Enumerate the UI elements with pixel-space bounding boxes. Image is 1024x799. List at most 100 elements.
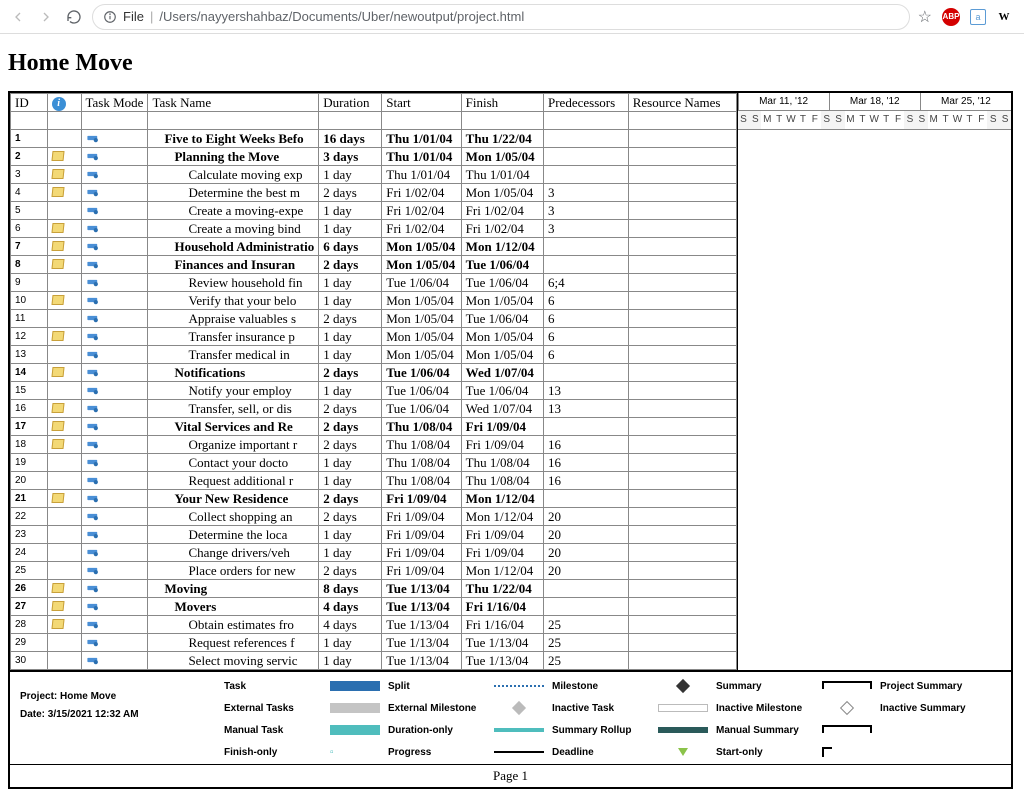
cell-task-mode[interactable]	[81, 310, 148, 328]
col-task-mode[interactable]: Task Mode	[81, 94, 148, 112]
cell-info[interactable]	[47, 580, 81, 598]
cell-info[interactable]	[47, 130, 81, 148]
cell-task-name[interactable]: Your New Residence	[148, 490, 319, 508]
cell-task-name[interactable]: Request additional r	[148, 472, 319, 490]
cell-start[interactable]: Thu 1/08/04	[382, 472, 461, 490]
cell-start[interactable]: Mon 1/05/04	[382, 238, 461, 256]
cell-predecessors[interactable]: 6	[544, 292, 629, 310]
cell-start[interactable]: Thu 1/08/04	[382, 436, 461, 454]
cell-finish[interactable]: Wed 1/07/04	[461, 364, 543, 382]
cell-finish[interactable]: Mon 1/12/04	[461, 562, 543, 580]
cell-resource[interactable]	[628, 454, 736, 472]
table-row[interactable]: 24Change drivers/veh1 dayFri 1/09/04Fri …	[11, 544, 737, 562]
cell-predecessors[interactable]: 13	[544, 382, 629, 400]
cell-finish[interactable]: Fri 1/09/04	[461, 436, 543, 454]
cell-resource[interactable]	[628, 580, 736, 598]
cell-info[interactable]	[47, 634, 81, 652]
cell-info[interactable]	[47, 184, 81, 202]
cell-start[interactable]: Thu 1/01/04	[382, 130, 461, 148]
cell-id[interactable]: 19	[11, 454, 48, 472]
cell-duration[interactable]: 1 day	[319, 220, 382, 238]
cell-id[interactable]: 6	[11, 220, 48, 238]
cell-start[interactable]: Fri 1/02/04	[382, 202, 461, 220]
cell-duration[interactable]: 2 days	[319, 490, 382, 508]
cell-task-mode[interactable]	[81, 634, 148, 652]
cell-task-mode[interactable]	[81, 256, 148, 274]
cell-info[interactable]	[47, 364, 81, 382]
cell-resource[interactable]	[628, 310, 736, 328]
cell-id[interactable]: 28	[11, 616, 48, 634]
cell-predecessors[interactable]	[544, 490, 629, 508]
cell-finish[interactable]: Mon 1/12/04	[461, 490, 543, 508]
cell-predecessors[interactable]: 3	[544, 184, 629, 202]
cell-task-name[interactable]: Place orders for new	[148, 562, 319, 580]
cell-duration[interactable]: 2 days	[319, 184, 382, 202]
cell-task-name[interactable]: Change drivers/veh	[148, 544, 319, 562]
col-resource-names[interactable]: Resource Names	[628, 94, 736, 112]
cell-start[interactable]: Mon 1/05/04	[382, 328, 461, 346]
col-info[interactable]: i	[47, 94, 81, 112]
cell-predecessors[interactable]: 20	[544, 562, 629, 580]
cell-task-mode[interactable]	[81, 400, 148, 418]
cell-resource[interactable]	[628, 184, 736, 202]
cell-predecessors[interactable]: 20	[544, 526, 629, 544]
cell-start[interactable]: Fri 1/09/04	[382, 544, 461, 562]
cell-start[interactable]: Tue 1/06/04	[382, 364, 461, 382]
cell-resource[interactable]	[628, 652, 736, 670]
cell-id[interactable]: 17	[11, 418, 48, 436]
cell-finish[interactable]: Fri 1/09/04	[461, 526, 543, 544]
cell-finish[interactable]: Tue 1/13/04	[461, 652, 543, 670]
cell-id[interactable]: 4	[11, 184, 48, 202]
cell-predecessors[interactable]: 25	[544, 616, 629, 634]
table-row[interactable]: 22Collect shopping an2 daysFri 1/09/04Mo…	[11, 508, 737, 526]
cell-finish[interactable]: Mon 1/05/04	[461, 328, 543, 346]
cell-resource[interactable]	[628, 130, 736, 148]
cell-info[interactable]	[47, 346, 81, 364]
table-row[interactable]: 4Determine the best m2 daysFri 1/02/04Mo…	[11, 184, 737, 202]
cell-resource[interactable]	[628, 418, 736, 436]
cell-resource[interactable]	[628, 436, 736, 454]
cell-id[interactable]: 16	[11, 400, 48, 418]
cell-predecessors[interactable]	[544, 148, 629, 166]
cell-finish[interactable]: Wed 1/07/04	[461, 400, 543, 418]
cell-task-name[interactable]: Create a moving bind	[148, 220, 319, 238]
cell-predecessors[interactable]	[544, 166, 629, 184]
table-row[interactable]: 1Five to Eight Weeks Befo16 daysThu 1/01…	[11, 130, 737, 148]
cell-start[interactable]: Fri 1/09/04	[382, 526, 461, 544]
cell-task-name[interactable]: Transfer insurance p	[148, 328, 319, 346]
abp-extension-icon[interactable]: ABP	[942, 8, 960, 26]
cell-task-name[interactable]: Finances and Insuran	[148, 256, 319, 274]
cell-info[interactable]	[47, 148, 81, 166]
cell-info[interactable]	[47, 274, 81, 292]
cell-id[interactable]: 7	[11, 238, 48, 256]
table-row[interactable]: 21Your New Residence2 daysFri 1/09/04Mon…	[11, 490, 737, 508]
table-row[interactable]: 9Review household fin1 dayTue 1/06/04Tue…	[11, 274, 737, 292]
cell-predecessors[interactable]	[544, 364, 629, 382]
cell-predecessors[interactable]: 6	[544, 328, 629, 346]
cell-task-name[interactable]: Select moving servic	[148, 652, 319, 670]
table-row[interactable]: 13Transfer medical in1 dayMon 1/05/04Mon…	[11, 346, 737, 364]
cell-task-name[interactable]: Determine the loca	[148, 526, 319, 544]
cell-duration[interactable]: 1 day	[319, 346, 382, 364]
cell-task-name[interactable]: Five to Eight Weeks Befo	[148, 130, 319, 148]
cell-resource[interactable]	[628, 382, 736, 400]
cell-info[interactable]	[47, 382, 81, 400]
cell-resource[interactable]	[628, 616, 736, 634]
cell-task-name[interactable]: Obtain estimates fro	[148, 616, 319, 634]
cell-task-mode[interactable]	[81, 616, 148, 634]
cell-task-mode[interactable]	[81, 544, 148, 562]
cell-task-mode[interactable]	[81, 436, 148, 454]
cell-duration[interactable]: 2 days	[319, 400, 382, 418]
cell-id[interactable]: 25	[11, 562, 48, 580]
cell-task-mode[interactable]	[81, 562, 148, 580]
cell-duration[interactable]: 16 days	[319, 130, 382, 148]
cell-finish[interactable]: Mon 1/05/04	[461, 148, 543, 166]
cell-resource[interactable]	[628, 472, 736, 490]
cell-duration[interactable]: 4 days	[319, 598, 382, 616]
cell-start[interactable]: Mon 1/05/04	[382, 292, 461, 310]
cell-finish[interactable]: Fri 1/09/04	[461, 544, 543, 562]
cell-resource[interactable]	[628, 256, 736, 274]
cell-start[interactable]: Fri 1/09/04	[382, 562, 461, 580]
cell-finish[interactable]: Tue 1/13/04	[461, 634, 543, 652]
cell-resource[interactable]	[628, 526, 736, 544]
